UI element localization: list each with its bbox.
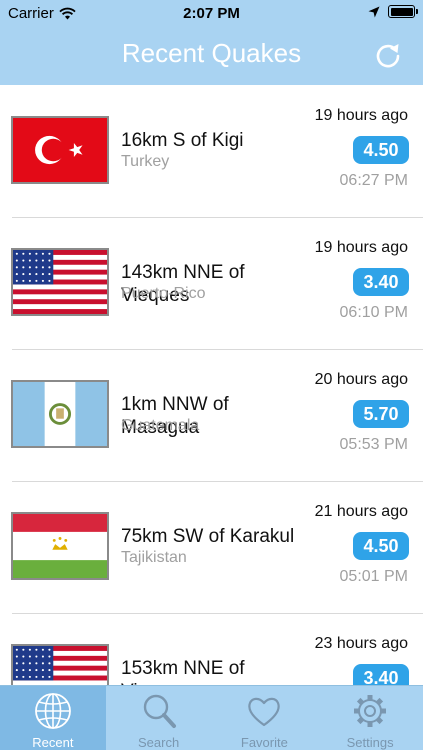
quake-relative-time: 20 hours ago: [314, 371, 408, 388]
quake-row[interactable]: 153km NNE of Vieques 23 hours ago 3.40: [0, 613, 423, 685]
status-bar: Carrier 2:07 PM: [0, 0, 423, 28]
country-flag-tajikistan: [11, 512, 109, 580]
quake-country: Tajikistan: [121, 549, 187, 566]
tab-favorite[interactable]: Favorite: [212, 686, 318, 750]
header: Carrier 2:07 PM Recent Quakes: [0, 0, 423, 85]
quake-row[interactable]: 16km S of Kigi Turkey 19 hours ago 4.50 06:2…: [0, 85, 423, 217]
battery-icon: [388, 5, 418, 18]
quake-location: 153km NNE of Vieques: [121, 658, 245, 685]
quake-relative-time: 19 hours ago: [314, 107, 408, 124]
status-time: 2:07 PM: [183, 5, 240, 22]
tab-search[interactable]: Search: [106, 686, 212, 750]
quake-row[interactable]: 75km SW of Karakul Tajikistan 21 hours ago…: [0, 481, 423, 613]
quake-row[interactable]: 1km NNW of Masagua Guatemala 20 hours ago 5…: [0, 349, 423, 481]
quake-country: Puerto-Rico: [121, 285, 206, 302]
magnitude-badge: 3.40: [353, 664, 409, 685]
quake-country: Guatemala: [121, 417, 200, 434]
country-flag-turkey: [11, 116, 109, 184]
location-arrow-icon: [368, 6, 380, 17]
globe-icon: [34, 693, 71, 729]
page-title: Recent Quakes: [121, 38, 302, 68]
quake-location: 75km SW of Karakul: [121, 526, 295, 547]
quake-country: Turkey: [121, 153, 170, 170]
quake-row[interactable]: 143km NNE of Vieques Puerto-Rico 19 hours …: [0, 217, 423, 349]
tab-recent[interactable]: Recent: [0, 686, 106, 750]
gear-icon: [354, 695, 387, 727]
quake-relative-time: 23 hours ago: [314, 635, 408, 652]
refresh-icon[interactable]: [373, 40, 403, 70]
quake-time: 06:10 PM: [339, 304, 408, 321]
status-right: [368, 5, 418, 18]
tab-label: Recent: [32, 735, 74, 750]
quake-list[interactable]: 16km S of Kigi Turkey 19 hours ago 4.50 06:2…: [0, 85, 423, 685]
search-icon: [143, 694, 176, 728]
country-flag-usa: [11, 248, 109, 316]
country-flag-usa: [11, 644, 109, 685]
magnitude-badge: 3.40: [353, 268, 409, 296]
tab-bar: Recent Search Favorite Settings: [0, 685, 423, 750]
country-flag-guatemala: [11, 380, 109, 448]
quake-relative-time: 21 hours ago: [314, 503, 408, 520]
quake-time: 05:01 PM: [339, 568, 408, 585]
tab-label: Search: [138, 735, 180, 750]
magnitude-badge: 5.70: [353, 400, 409, 428]
magnitude-badge: 4.50: [353, 136, 409, 164]
quake-relative-time: 19 hours ago: [314, 239, 408, 256]
heart-icon: [248, 697, 281, 727]
tab-label: Favorite: [240, 735, 288, 750]
quake-time: 05:53 PM: [339, 436, 408, 453]
tab-label: Settings: [346, 735, 394, 750]
magnitude-badge: 4.50: [353, 532, 409, 560]
quake-time: 06:27 PM: [339, 172, 408, 189]
quake-location: 16km S of Kigi: [121, 130, 244, 151]
tab-settings[interactable]: Settings: [317, 686, 423, 750]
